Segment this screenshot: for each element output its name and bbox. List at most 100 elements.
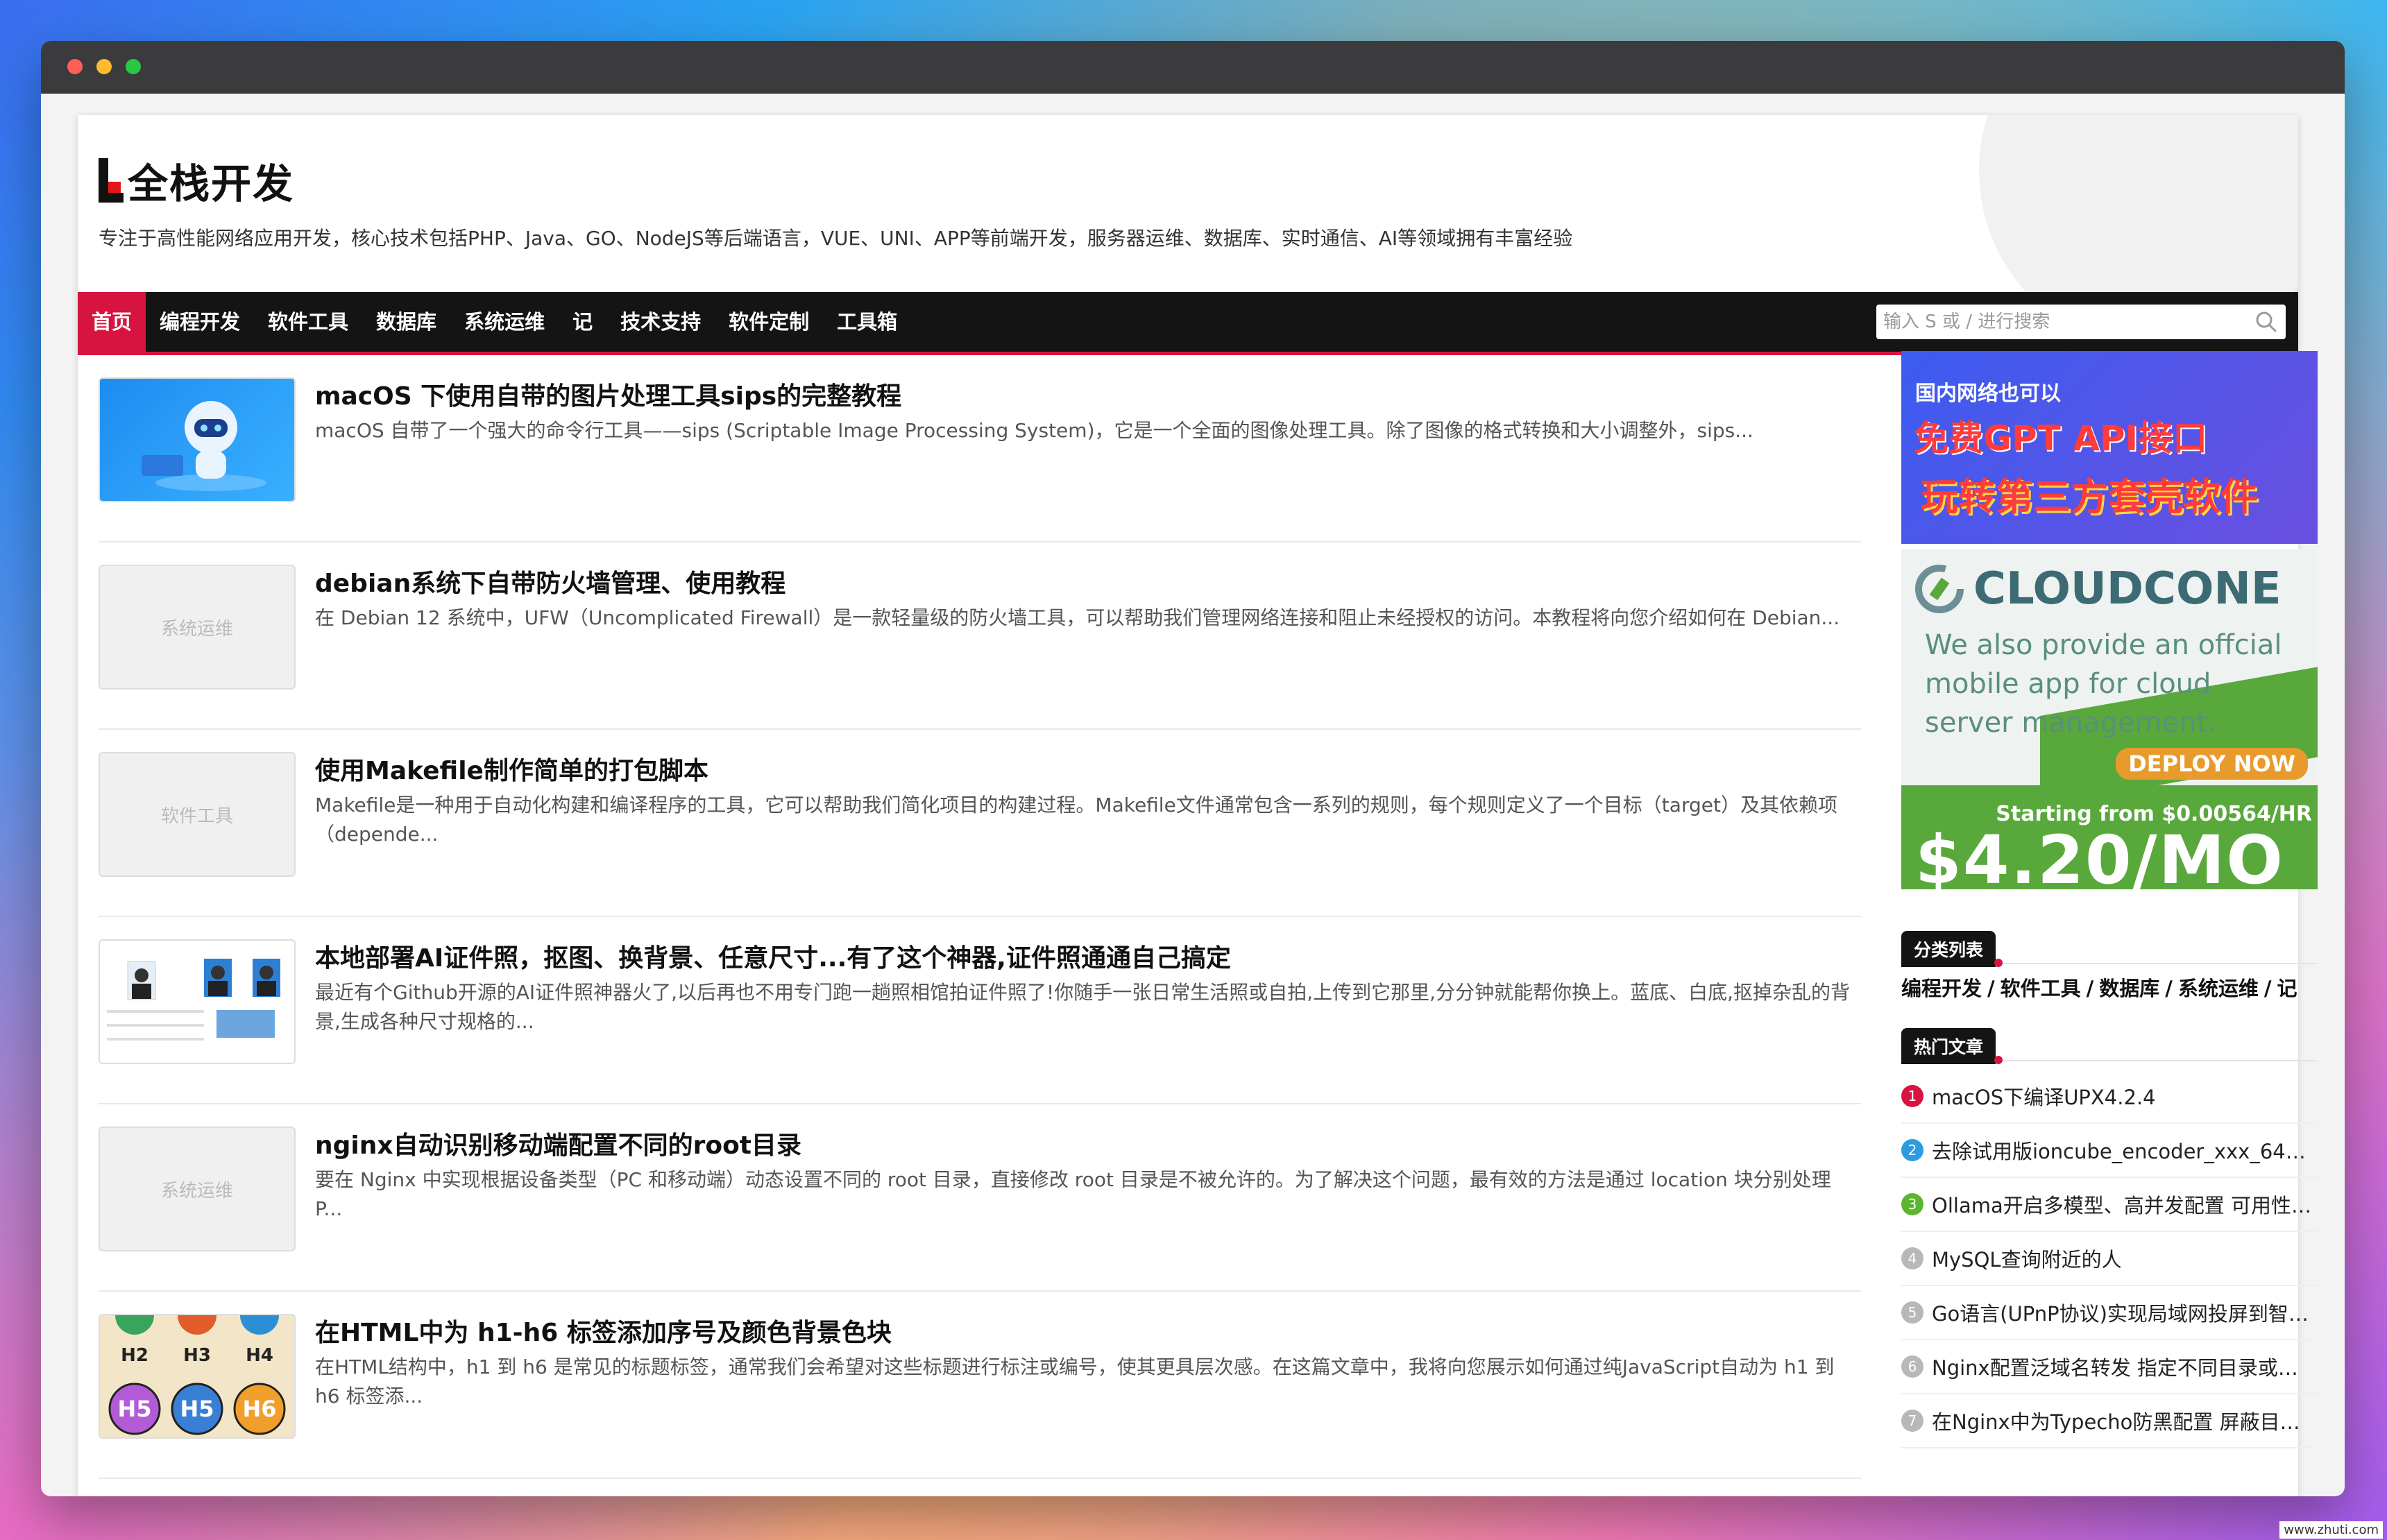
category-link[interactable]: 软件工具: [2001, 977, 2081, 1000]
id-photo-preview-icon: [107, 959, 280, 1041]
main-nav: 首页 编程开发 软件工具 数据库 系统运维记技术支持 软件定制 工具箱: [78, 292, 2298, 355]
post-thumbnail[interactable]: [99, 377, 296, 502]
post-title-link[interactable]: 本地部署AI证件照，抠图、换背景、任意尺寸...有了这个神器,证件照通通自己搞定: [315, 938, 1231, 974]
svg-text:H2: H2: [121, 1345, 148, 1366]
category-separator: /: [2263, 977, 2272, 1000]
category-list: 编程开发 / 软件工具 / 数据库 / 系统运维 / 记: [1901, 973, 2318, 1002]
category-link[interactable]: 记: [2277, 977, 2297, 1000]
category-link[interactable]: 数据库: [2099, 977, 2159, 1000]
search-box: [1876, 305, 2286, 339]
hot-posts-widget: 热门文章 1 macOS下编译UPX4.2.4 2 去除试用版ioncube_enco…: [1901, 1028, 2318, 1448]
widget-title: 分类列表: [1901, 931, 2003, 967]
post-thumbnail[interactable]: 软件工具: [99, 752, 296, 877]
svg-text:H5: H5: [117, 1396, 151, 1422]
header-decoration: [1979, 115, 2298, 292]
hot-post-rank-badge: 7: [1901, 1410, 1923, 1432]
post-thumbnail[interactable]: [99, 939, 296, 1064]
hot-post-title: Nginx配置泛域名转发 指定不同目录或后缀: [1932, 1356, 2318, 1380]
hot-post-title: Go语言(UPnP协议)实现局域网投屏到智能...: [1932, 1302, 2318, 1326]
hot-post-rank-badge: 4: [1901, 1247, 1923, 1269]
post-title-link[interactable]: debian系统下自带防火墙管理、使用教程: [315, 563, 785, 599]
ad-banner-gpt[interactable]: 国内网络也可以 免费GPT API接口 玩转第三方套壳软件: [1901, 351, 2318, 544]
post-excerpt: Makefile是一种用于自动化构建和编译程序的工具，它可以帮助我们简化项目的构…: [315, 794, 1837, 846]
hot-post-title: 在Nginx中为Typecho防黑配置 屏蔽目录...: [1932, 1410, 2318, 1434]
hot-post-item[interactable]: 2 去除试用版ioncube_encoder_xxx_64的14...: [1901, 1124, 2318, 1178]
window-titlebar: [41, 41, 2345, 94]
hot-post-item[interactable]: 1 macOS下编译UPX4.2.4: [1901, 1070, 2318, 1124]
ad-brand: CLOUDCONE: [1915, 563, 2282, 615]
site-container: 全栈开发 专注于高性能网络应用开发，核心技术包括PHP、Java、GO、Node…: [78, 115, 2318, 1496]
post-excerpt: 最近有个Github开源的AI证件照神器火了,以后再也不用专门跑一趟照相馆拍证件…: [315, 981, 1850, 1033]
hot-post-list: 1 macOS下编译UPX4.2.4 2 去除试用版ioncube_encoder_x…: [1901, 1070, 2318, 1448]
post-list: macOS 下使用自带的图片处理工具sips的完整教程 macOS 自带了一个强大…: [99, 355, 1861, 1479]
ad-line: 玩转第三方套壳软件: [1921, 475, 2258, 519]
svg-text:H5: H5: [180, 1396, 214, 1422]
ad-copy: We also provide an offcial mobile app fo…: [1925, 629, 2282, 739]
post-title-link[interactable]: 在HTML中为 h1-h6 标签添加序号及颜色背景色块: [315, 1312, 892, 1349]
hot-post-title: 去除试用版ioncube_encoder_xxx_64的14...: [1932, 1140, 2318, 1163]
post-excerpt: 在 Debian 12 系统中，UFW（Uncomplicated Firewa…: [315, 606, 1840, 629]
search-icon[interactable]: [2252, 308, 2280, 336]
post-thumbnail[interactable]: 系统运维: [99, 1127, 296, 1251]
nav-item[interactable]: 技术支持: [606, 292, 715, 352]
browser-window: 全栈开发 专注于高性能网络应用开发，核心技术包括PHP、Java、GO、Node…: [41, 41, 2345, 1496]
site-logo[interactable]: 全栈开发: [99, 151, 294, 209]
svg-text:H4: H4: [246, 1345, 273, 1366]
ad-line: 国内网络也可以: [1915, 382, 2061, 406]
site-logo-text: 全栈开发: [128, 160, 295, 207]
category-link[interactable]: 系统运维: [2178, 977, 2259, 1000]
post-excerpt: macOS 自带了一个强大的命令行工具——sips (Scriptable Im…: [315, 419, 1753, 442]
ad-banner-cloudcone[interactable]: CLOUDCONE We also provide an offcial mob…: [1901, 549, 2318, 889]
ad-line: 免费GPT API接口: [1914, 418, 2208, 459]
nav-item[interactable]: 系统运维: [450, 292, 559, 352]
hot-post-rank-badge: 1: [1901, 1085, 1923, 1107]
hot-post-rank-badge: 6: [1901, 1355, 1923, 1378]
svg-text:H3: H3: [183, 1345, 211, 1366]
svg-text:H6: H6: [242, 1396, 276, 1422]
post-title-link[interactable]: macOS 下使用自带的图片处理工具sips的完整教程: [315, 376, 901, 412]
nav-item[interactable]: 编程开发: [146, 292, 254, 352]
sidebar: 国内网络也可以 免费GPT API接口 玩转第三方套壳软件 CLOUDCONE: [1901, 351, 2318, 1448]
nav-item[interactable]: 软件工具: [254, 292, 362, 352]
post-excerpt: 要在 Nginx 中实现根据设备类型（PC 和移动端）动态设置不同的 root …: [315, 1168, 1831, 1220]
hot-post-rank-badge: 2: [1901, 1139, 1923, 1161]
site-header: 全栈开发 专注于高性能网络应用开发，核心技术包括PHP、Java、GO、Node…: [78, 115, 2298, 292]
post-item: 系统运维 nginx自动识别移动端配置不同的root目录要在 Nginx 中实现根…: [99, 1104, 1861, 1292]
post-excerpt: 在HTML结构中，h1 到 h6 是常见的标题标签，通常我们会希望对这些标题进行…: [315, 1355, 1835, 1408]
post-thumbnail[interactable]: H2 H3 H4 H5 H5 H6: [99, 1314, 296, 1439]
hot-post-rank-badge: 5: [1901, 1301, 1923, 1324]
post-title-link[interactable]: nginx自动识别移动端配置不同的root目录: [315, 1125, 801, 1161]
thumbnail-placeholder-label: 软件工具: [160, 805, 233, 827]
post-item: 本地部署AI证件照，抠图、换背景、任意尺寸...有了这个神器,证件照通通自己搞定…: [99, 917, 1861, 1104]
category-separator: /: [2086, 977, 2094, 1000]
post-title-link[interactable]: 使用Makefile制作简单的打包脚本: [315, 751, 708, 787]
ad-price: $4.20/MO: [1915, 821, 2284, 889]
hot-post-item[interactable]: 6 Nginx配置泛域名转发 指定不同目录或后缀: [1901, 1340, 2318, 1394]
thumbnail-placeholder-label: 系统运维: [160, 618, 233, 640]
post-item: 系统运维 debian系统下自带防火墙管理、使用教程在 Debian 12 系统中…: [99, 542, 1861, 730]
deploy-now-button[interactable]: DEPLOY NOW: [2116, 748, 2308, 780]
post-item: macOS 下使用自带的图片处理工具sips的完整教程 macOS 自带了一个强大…: [99, 355, 1861, 542]
nav-item[interactable]: 数据库: [362, 292, 450, 352]
nav-item[interactable]: 首页: [78, 292, 146, 352]
hot-post-item[interactable]: 7 在Nginx中为Typecho防黑配置 屏蔽目录...: [1901, 1394, 2318, 1448]
hot-post-item[interactable]: 3 Ollama开启多模型、高并发配置 可用性更强: [1901, 1178, 2318, 1232]
minimize-window-button[interactable]: [96, 59, 112, 74]
hot-post-title: Ollama开启多模型、高并发配置 可用性更强: [1932, 1194, 2318, 1217]
hot-post-item[interactable]: 4 MySQL查询附近的人: [1901, 1232, 2318, 1286]
category-separator: /: [2165, 977, 2173, 1000]
maximize-window-button[interactable]: [126, 59, 141, 74]
category-widget: 分类列表 编程开发 / 软件工具 / 数据库 / 系统运维 / 记: [1901, 931, 2318, 1002]
post-thumbnail[interactable]: 系统运维: [99, 565, 296, 690]
hot-post-item[interactable]: 5 Go语言(UPnP协议)实现局域网投屏到智能...: [1901, 1286, 2318, 1340]
site-tagline: 专注于高性能网络应用开发，核心技术包括PHP、Java、GO、NodeJS等后端…: [99, 227, 1573, 250]
nav-item[interactable]: 软件定制: [715, 292, 823, 352]
ad-brand-text: CLOUDCONE: [1973, 563, 2282, 615]
close-window-button[interactable]: [67, 59, 83, 74]
search-input[interactable]: [1876, 311, 2252, 332]
headings-preview-icon: H2 H3 H4 H5 H5 H6: [108, 1315, 286, 1435]
nav-item[interactable]: 记: [559, 292, 606, 352]
hot-post-title: macOS下编译UPX4.2.4: [1932, 1086, 2156, 1109]
nav-item[interactable]: 工具箱: [823, 292, 911, 352]
category-link[interactable]: 编程开发: [1901, 977, 1982, 1000]
